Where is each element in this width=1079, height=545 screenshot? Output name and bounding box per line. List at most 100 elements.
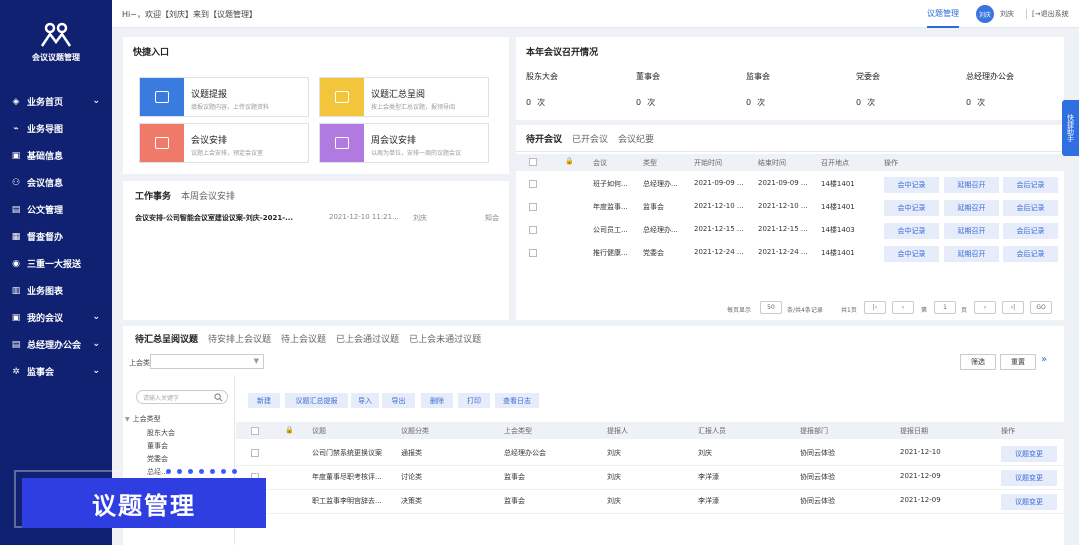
meeting-type-select[interactable]: ▼: [150, 354, 264, 369]
sidebar-item-3[interactable]: ⚇ 会议信息: [0, 169, 112, 196]
topic-header-cell: 议题: [312, 427, 326, 435]
toolbar-button-0[interactable]: 新建: [248, 393, 280, 408]
pending-action-button[interactable]: 延期召开: [944, 177, 999, 193]
work-tab-0[interactable]: 工作事务: [135, 192, 171, 202]
sidebar-item-1[interactable]: ⌁ 业务导图: [0, 115, 112, 142]
sidebar-item-10[interactable]: ✲ 监事会 ⌄: [0, 358, 112, 385]
topic-change-button[interactable]: 议题变更: [1001, 446, 1057, 462]
stat-count-value: 0: [636, 98, 642, 107]
toolbar-button-1[interactable]: 议题汇总提报: [285, 393, 348, 408]
topic-change-button[interactable]: 议题变更: [1001, 494, 1057, 510]
quick-entry-card-1[interactable]: 议题汇总呈阅 按上会类型汇总议题，报领导阅: [319, 77, 489, 117]
last-page-button[interactable]: ›|: [1002, 301, 1024, 314]
reset-button[interactable]: 重置: [1000, 354, 1036, 370]
select-all-checkbox[interactable]: [529, 158, 537, 166]
pending-action-button[interactable]: 延期召开: [944, 200, 999, 216]
stat-label: 监事会: [746, 72, 770, 81]
tree-node[interactable]: 董事会: [147, 441, 168, 451]
avatar[interactable]: 刘庆: [976, 5, 994, 23]
pending-tab-1[interactable]: 已开会议: [572, 135, 608, 145]
go-button[interactable]: GO: [1030, 301, 1052, 314]
toolbar-button-5[interactable]: 打印: [458, 393, 490, 408]
pending-tab-2[interactable]: 会议纪要: [618, 135, 654, 145]
topic-tab-4[interactable]: 已上会未通过议题: [409, 335, 481, 345]
tab-topic-management[interactable]: 议题管理: [927, 8, 959, 28]
work-tab-1[interactable]: 本周会议安排: [181, 192, 235, 202]
topic-tab-3[interactable]: 已上会通过议题: [336, 335, 399, 345]
sidebar-item-7[interactable]: ▥ 业务图表: [0, 277, 112, 304]
row-checkbox[interactable]: [529, 226, 537, 234]
pending-action-button[interactable]: 会后记录: [1003, 223, 1058, 239]
expand-icon[interactable]: »: [1041, 354, 1047, 365]
topic-cell-date: 2021-12-09: [900, 496, 941, 504]
pending-action-button[interactable]: 延期召开: [944, 223, 999, 239]
filter-button[interactable]: 筛选: [960, 354, 996, 370]
row-checkbox[interactable]: [529, 249, 537, 257]
pending-tab-0[interactable]: 待开会议: [526, 135, 562, 145]
row-checkbox[interactable]: [251, 449, 259, 457]
chevron-down-icon: ⌄: [92, 366, 100, 376]
toolbar-button-4[interactable]: 删除: [421, 393, 453, 408]
stat-count-value: 0: [856, 98, 862, 107]
quick-entry-card-3[interactable]: 周会议安排 以周为单位，安排一周的议题会议: [319, 123, 489, 163]
toolbar-button-2[interactable]: 导入: [351, 393, 379, 408]
title-banner: 议题管理: [22, 478, 266, 528]
pending-action-button[interactable]: 会中记录: [884, 200, 939, 216]
topic-tab-2[interactable]: 待上会议题: [281, 335, 326, 345]
pending-cell-name[interactable]: 班子如何...: [593, 179, 639, 189]
pending-cell-name[interactable]: 推行健康...: [593, 248, 639, 258]
app-logo: 会议议题管理: [0, 22, 112, 63]
sidebar-item-4[interactable]: ▤ 公文管理: [0, 196, 112, 223]
sidebar-item-0[interactable]: ◈ 业务首页 ⌄: [0, 88, 112, 115]
pending-action-button[interactable]: 会后记录: [1003, 200, 1058, 216]
stat-count: 0次: [746, 97, 765, 108]
search-icon[interactable]: [214, 393, 223, 402]
pending-action-button[interactable]: 会后记录: [1003, 177, 1058, 193]
pending-action-button[interactable]: 会中记录: [884, 246, 939, 262]
quick-assistant-tab[interactable]: 快捷助手: [1062, 100, 1079, 156]
pending-tabs: 待开会议 已开会议 会议纪要: [526, 132, 664, 145]
sidebar-item-9[interactable]: ▤ 总经理办公会 ⌄: [0, 331, 112, 358]
row-checkbox[interactable]: [529, 203, 537, 211]
topic-change-button[interactable]: 议题变更: [1001, 470, 1057, 486]
prev-page-button[interactable]: ‹: [892, 301, 914, 314]
pending-cell-name[interactable]: 年度监事...: [593, 202, 639, 212]
document-icon: ▤: [11, 204, 21, 215]
sidebar-item-8[interactable]: ▣ 我的会议 ⌄: [0, 304, 112, 331]
topic-header-cell: 议题分类: [401, 427, 429, 435]
quick-entry-card-0[interactable]: 议题提报 填报议题内容，上传议题资料: [139, 77, 309, 117]
next-page-button[interactable]: ›: [974, 301, 996, 314]
topic-cell-type: 总经理办公会: [504, 449, 546, 457]
topic-tab-0[interactable]: 待汇总呈阅议题: [135, 335, 198, 345]
work-item-user: 刘庆: [413, 214, 427, 222]
page-input[interactable]: 1: [934, 301, 956, 314]
quick-entry-card-2[interactable]: 会议安排 议题上会安排，预定会议室: [139, 123, 309, 163]
per-page-select[interactable]: 50: [760, 301, 782, 314]
topic-cell-title[interactable]: 职工监事李明宫辞去...: [312, 496, 394, 506]
topic-tab-1[interactable]: 待安排上会议题: [208, 335, 271, 345]
toolbar-button-6[interactable]: 查看日志: [495, 393, 539, 408]
topic-cell-title[interactable]: 年度董事尽职考核评...: [312, 472, 394, 482]
sidebar-item-2[interactable]: ▣ 基础信息: [0, 142, 112, 169]
tree-node[interactable]: 党委会: [147, 454, 168, 464]
pending-cell-name[interactable]: 公司员工...: [593, 225, 639, 235]
pending-action-button[interactable]: 会后记录: [1003, 246, 1058, 262]
sidebar-item-6[interactable]: ◉ 三重一大报送: [0, 250, 112, 277]
topic-cell-title[interactable]: 公司门禁系统更换议案: [312, 448, 394, 458]
meeting-stats-title: 本年会议召开情况: [526, 48, 599, 58]
pending-cell-place: 14楼1401: [821, 180, 855, 188]
pending-action-button[interactable]: 延期召开: [944, 246, 999, 262]
select-all-checkbox[interactable]: [251, 427, 259, 435]
work-item-title[interactable]: 会议安排-公司智能会议室建设议案-刘庆-2021-...: [135, 213, 315, 223]
tree-search-input[interactable]: 请输入关键字: [136, 390, 228, 404]
tree-root[interactable]: ▼ 上会类型: [125, 414, 161, 424]
logout-button[interactable]: [→退出系统: [1026, 9, 1069, 19]
first-page-button[interactable]: |‹: [864, 301, 886, 314]
tree-node[interactable]: 股东大会: [147, 428, 175, 438]
pending-action-button[interactable]: 会中记录: [884, 223, 939, 239]
toolbar-button-3[interactable]: 导出: [382, 393, 415, 408]
pending-action-button[interactable]: 会中记录: [884, 177, 939, 193]
sidebar-item-5[interactable]: ▦ 督查督办: [0, 223, 112, 250]
row-checkbox[interactable]: [529, 180, 537, 188]
dot: [177, 469, 182, 474]
